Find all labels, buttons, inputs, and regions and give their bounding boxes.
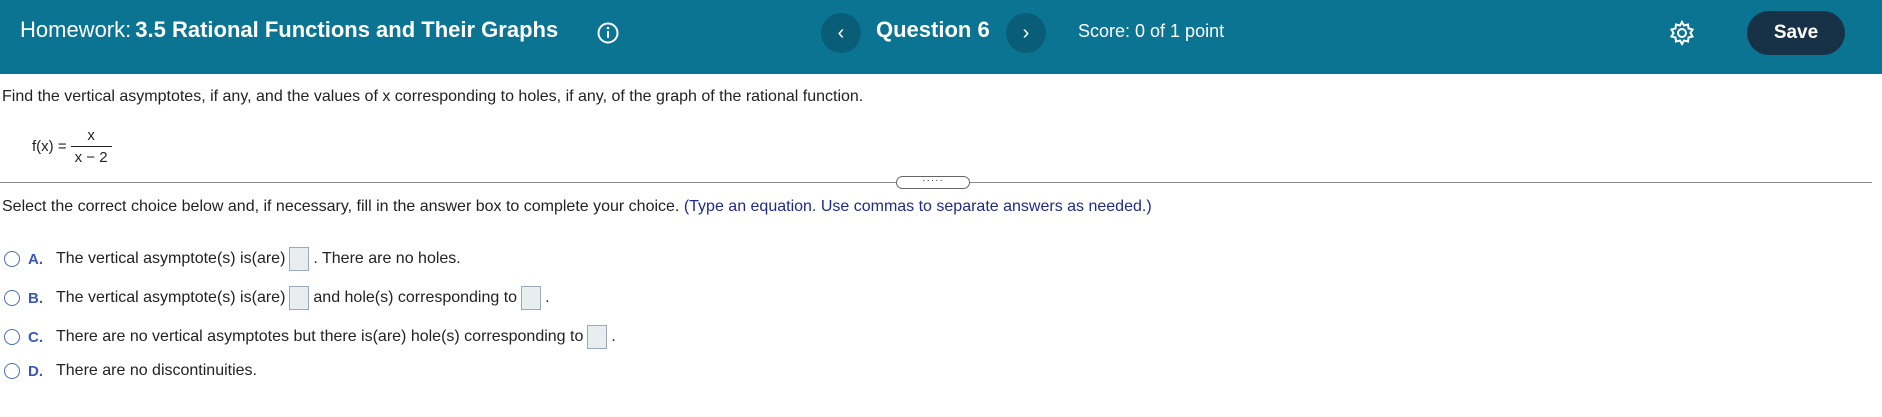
homework-title-name: 3.5 Rational Functions and Their Graphs [135,17,559,42]
choice-c-radio[interactable] [4,329,20,345]
choice-b[interactable]: B. The vertical asymptote(s) is(are) and… [4,286,550,310]
choice-c-text-after: . [611,328,616,345]
choice-c-text-before: There are no vertical asymptotes but the… [56,328,584,345]
choice-d-text: There are no discontinuities. [56,362,257,379]
next-question-button[interactable]: › [1006,13,1046,53]
score-text: Score: 0 of 1 point [1078,21,1225,41]
choice-b-text-before: The vertical asymptote(s) is(are) [56,289,286,306]
choice-a-radio[interactable] [4,251,20,267]
choice-b-hole-box[interactable] [521,286,542,310]
question-label: Question 6 [876,17,990,42]
choice-b-asymptote-box[interactable] [289,286,310,310]
gear-icon[interactable] [1668,19,1696,47]
divider-handle[interactable]: ····· [896,176,970,189]
function-fraction: x x − 2 [70,127,112,166]
choice-d[interactable]: D. There are no discontinuities. [4,362,257,380]
question-instruction: Find the vertical asymptotes, if any, an… [2,88,864,105]
choice-b-radio[interactable] [4,290,20,306]
fraction-denominator: x − 2 [70,146,112,166]
function-lhs: f(x) = [32,138,67,155]
choice-b-letter: B. [28,289,43,307]
homework-title-prefix: Homework: [20,17,132,42]
choice-c-letter: C. [28,328,43,346]
choice-a-text-before: The vertical asymptote(s) is(are) [56,250,286,267]
choice-d-radio[interactable] [4,363,20,379]
chevron-right-icon: › [1022,21,1030,44]
fraction-numerator: x [87,127,95,144]
info-icon[interactable] [596,21,620,45]
chevron-left-icon: ‹ [837,21,845,44]
header-bar: Homework: 3.5 Rational Functions and Thei… [0,0,1882,74]
choice-a[interactable]: A. The vertical asymptote(s) is(are) . T… [4,247,461,271]
choice-a-answer-box[interactable] [289,247,310,271]
homework-title: Homework: 3.5 Rational Functions and Thei… [20,17,558,43]
previous-question-button[interactable]: ‹ [821,13,861,53]
choice-d-letter: D. [28,362,43,380]
select-hint: (Type an equation. Use commas to separat… [683,198,1152,215]
select-text: Select the correct choice below and, if … [2,198,680,215]
choice-a-text-after: . There are no holes. [313,250,461,267]
choice-b-text-middle: and hole(s) corresponding to [313,289,518,306]
choice-b-text-after: . [545,289,550,306]
save-button[interactable]: Save [1747,11,1845,55]
select-instructions: Select the correct choice below and, if … [2,198,1152,216]
choice-c[interactable]: C. There are no vertical asymptotes but … [4,325,616,349]
choice-c-answer-box[interactable] [587,325,608,349]
rational-function: f(x) = x x − 2 [32,127,112,166]
choice-a-letter: A. [28,250,43,268]
